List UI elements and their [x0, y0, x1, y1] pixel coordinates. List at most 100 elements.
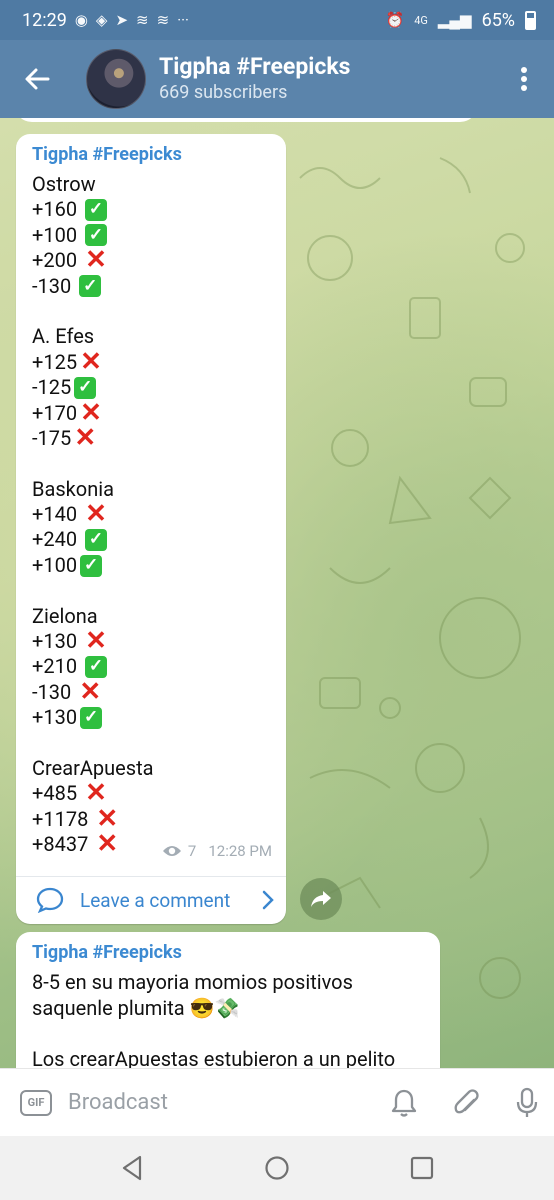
check-mark-icon: ✓ — [85, 656, 108, 679]
status-bar: 12:29 ◉ ◈ ➤ ≋ ≋ ··· ⏰ 4G ▂▄▆ 65% — [0, 0, 554, 40]
message-line: +130 ✓ — [32, 705, 154, 730]
message-line-text: +170 — [32, 400, 78, 425]
message-line-text: +130 — [32, 629, 83, 654]
attach-icon[interactable] — [452, 1088, 482, 1118]
message-line-text: +140 — [32, 502, 83, 527]
channel-info[interactable]: Tigpha #Freepicks 669 subscribers — [159, 53, 350, 105]
message-meta: 7 12:28 PM — [162, 842, 272, 860]
sync-icon-2: ≋ — [156, 11, 170, 29]
message-line: +140 ✕ — [32, 499, 154, 530]
message-time: 12:28 PM — [208, 842, 272, 860]
message-line: +240 ✓ — [32, 527, 154, 552]
message-line-text: +240 — [32, 527, 83, 552]
check-mark-icon: ✓ — [80, 554, 103, 577]
message-line: -175 ✕ — [32, 422, 154, 453]
message-line-text: Ostrow — [32, 172, 96, 196]
cross-mark-icon: ✕ — [85, 626, 107, 657]
check-mark-icon: ✓ — [80, 706, 103, 729]
message-line — [32, 451, 154, 476]
check-mark-icon: ✓ — [79, 275, 102, 298]
message-line: +485 ✕ — [32, 778, 154, 809]
message-line — [32, 578, 154, 603]
cross-mark-icon: ✕ — [96, 829, 119, 860]
message-line-text: +130 — [32, 705, 78, 730]
message-line: +1178 ✕ — [32, 806, 154, 832]
message-line-text: -130 — [32, 273, 77, 298]
microphone-icon[interactable] — [516, 1087, 538, 1119]
cross-mark-icon: ✕ — [85, 245, 107, 276]
bell-icon[interactable] — [390, 1088, 418, 1118]
message-line-text: A. Efes — [32, 324, 95, 349]
message-line: A. Efes — [32, 324, 154, 349]
chat-area[interactable]: Tigpha #Freepicks Ostrow +160 ✓ +100 ✓ +200… — [0, 118, 554, 1068]
message-line: -125 ✓ — [32, 375, 154, 400]
eye-icon — [162, 846, 181, 856]
more-menu-button[interactable] — [494, 40, 554, 118]
channel-avatar[interactable] — [86, 49, 146, 109]
message-input-bar: GIF Broadcast — [0, 1068, 554, 1136]
message-line-text: +125 — [32, 349, 78, 374]
comment-icon — [36, 887, 64, 913]
message-text: Ostrow +160 ✓ +100 ✓ +200 ✕ -130 ✓ A. Efes +12… — [32, 172, 154, 858]
message-sender-2: Tigpha #Freepicks — [32, 942, 182, 963]
gif-button[interactable]: GIF — [20, 1089, 52, 1116]
nav-home-icon[interactable] — [264, 1155, 290, 1181]
message-line: +8437 ✕ — [32, 829, 154, 860]
back-button[interactable] — [0, 40, 74, 118]
message-line-text: +485 — [32, 781, 83, 806]
previous-message-bubble — [14, 118, 478, 122]
sync-icon: ≋ — [136, 11, 149, 29]
more-vertical-icon — [521, 67, 527, 91]
message-paragraph: Los crearApuestas estubieron a un pelito — [32, 1046, 396, 1069]
message-text-2: 8-5 en su mayoria momios positivos saque… — [32, 970, 432, 1068]
message-line-text: +8437 — [32, 832, 94, 857]
message-bubble-2[interactable]: Tigpha #Freepicks 8-5 en su mayoria momi… — [16, 932, 440, 1068]
message-line: +210 ✓ — [32, 654, 154, 679]
message-line-text: +160 — [32, 197, 83, 222]
cross-mark-icon: ✕ — [80, 397, 102, 428]
cross-mark-icon: ✕ — [74, 422, 97, 453]
nav-back-icon[interactable] — [120, 1155, 144, 1181]
message-paragraph — [32, 1021, 432, 1047]
message-line-text: -125 — [32, 375, 72, 400]
share-button[interactable] — [300, 878, 342, 920]
check-mark-icon: ✓ — [85, 224, 108, 247]
message-line-text: +100 — [32, 222, 83, 247]
broadcast-input[interactable]: Broadcast — [68, 1090, 168, 1115]
message-line — [32, 731, 154, 756]
telegram-icon: ➤ — [115, 11, 129, 29]
check-mark-icon: ✓ — [74, 376, 97, 399]
leave-comment-button[interactable]: Leave a comment — [16, 877, 286, 923]
signal-icon: ▂▄▆ — [437, 11, 472, 29]
cross-mark-icon: ✕ — [85, 778, 107, 809]
battery-level: 65% — [481, 9, 515, 31]
share-arrow-icon — [311, 891, 331, 907]
message-line-text: -175 — [32, 425, 72, 450]
message-bubble[interactable]: Tigpha #Freepicks Ostrow +160 ✓ +100 ✓ +200… — [16, 134, 286, 924]
network-type-icon: 4G — [414, 13, 428, 27]
subscriber-count: 669 subscribers — [159, 82, 288, 103]
messenger-icon: ◈ — [95, 11, 108, 29]
view-count: 7 — [187, 842, 197, 860]
nav-recents-icon[interactable] — [410, 1156, 434, 1180]
cross-mark-icon: ✕ — [85, 499, 107, 530]
chevron-right-icon — [262, 890, 274, 910]
system-nav-bar — [0, 1136, 554, 1200]
arrow-left-icon — [25, 68, 50, 90]
message-line — [32, 299, 154, 324]
channel-title: Tigpha #Freepicks — [159, 53, 351, 80]
message-line: +100 ✓ — [32, 553, 154, 578]
leave-comment-label: Leave a comment — [80, 888, 231, 912]
cross-mark-icon: ✕ — [80, 346, 102, 377]
whatsapp-icon: ◉ — [74, 11, 88, 29]
message-line: +200 ✕ — [32, 245, 154, 276]
message-line: -130 ✕ — [32, 676, 154, 707]
message-line: +125 ✕ — [32, 346, 154, 377]
message-line: +130 ✕ — [32, 626, 154, 657]
cross-mark-icon: ✕ — [79, 676, 102, 707]
message-paragraph: 8-5 en su mayoria momios positivos saque… — [32, 970, 353, 1020]
chat-header: Tigpha #Freepicks 669 subscribers — [0, 40, 554, 118]
message-line-text: -130 — [32, 679, 77, 704]
message-line-text: +1178 — [32, 806, 94, 831]
message-line: +160 ✓ — [32, 197, 154, 222]
